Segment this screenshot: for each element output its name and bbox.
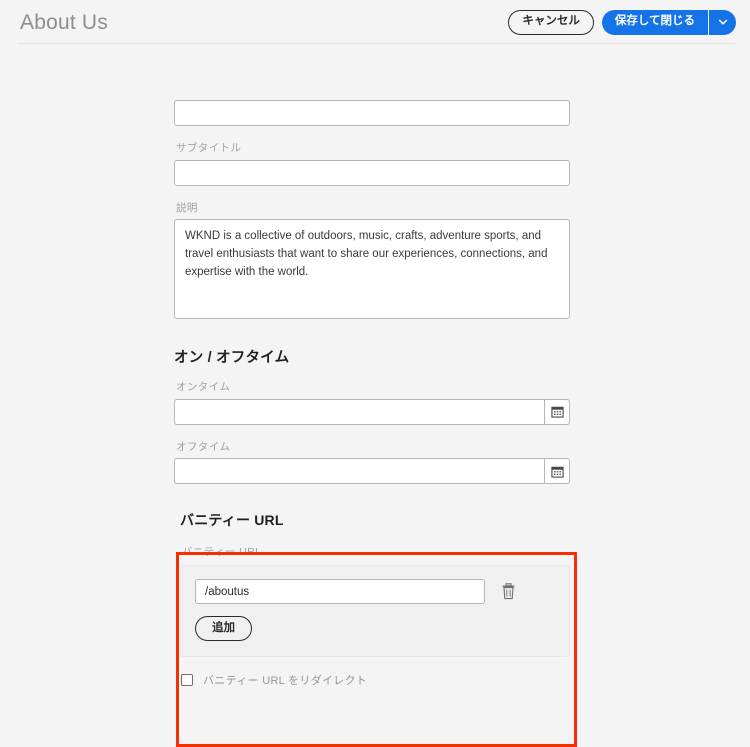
cancel-button[interactable]: キャンセル [508, 9, 594, 35]
page-header: About Us キャンセル 保存して閉じる [0, 0, 750, 44]
calendar-icon [550, 405, 564, 418]
vanity-url-heading: バニティー URL [180, 512, 284, 529]
vanity-url-delete-button[interactable] [499, 582, 517, 602]
page-title: About Us [20, 10, 108, 34]
offtime-label: オフタイム [176, 440, 231, 453]
redirect-vanity-url-checkbox[interactable] [181, 674, 193, 687]
form-area: サブタイトル 説明 オン / オフタイム オンタイム [0, 44, 750, 747]
vanity-url-panel: 追加 [180, 565, 570, 658]
description-textarea[interactable] [174, 219, 570, 320]
redirect-vanity-url-row[interactable]: バニティー URL をリダイレクト [180, 672, 570, 688]
offtime-calendar-button[interactable] [544, 458, 570, 485]
trash-icon [501, 583, 516, 600]
save-options-dropdown-button[interactable] [709, 9, 736, 35]
ontime-date-row [174, 398, 570, 425]
vanity-url-input[interactable] [195, 579, 485, 605]
redirect-vanity-url-label: バニティー URL をリダイレクト [203, 675, 368, 688]
ontime-input[interactable] [174, 398, 544, 425]
add-vanity-url-button[interactable]: 追加 [195, 616, 252, 642]
title-field-block [174, 100, 570, 126]
chevron-down-icon [718, 17, 728, 27]
subtitle-label: サブタイトル [176, 142, 242, 154]
ontime-calendar-button[interactable] [544, 398, 570, 425]
save-and-close-button[interactable]: 保存して閉じる [601, 9, 708, 35]
offtime-field-block: オフタイム [174, 441, 570, 485]
ontime-field-block: オンタイム [174, 381, 570, 425]
vanity-url-row [195, 579, 555, 605]
ontime-offtime-heading: オン / オフタイム [174, 350, 290, 367]
description-label: 説明 [176, 201, 198, 214]
description-field-block: 説明 [174, 202, 570, 325]
subtitle-field-block: サブタイトル [174, 142, 570, 186]
ontime-label: オンタイム [176, 381, 231, 394]
offtime-date-row [174, 458, 570, 485]
calendar-icon [550, 465, 564, 478]
title-input[interactable] [174, 100, 570, 126]
save-and-close-split-button: 保存して閉じる [601, 9, 736, 35]
form-column: サブタイトル 説明 オン / オフタイム オンタイム [174, 100, 570, 485]
offtime-input[interactable] [174, 458, 544, 485]
vanity-url-section: バニティー URL バニティー URL /aboutus 追加 バニティー UR… [174, 510, 570, 688]
header-actions: キャンセル 保存して閉じる [508, 9, 736, 35]
subtitle-input[interactable] [174, 159, 570, 186]
vanity-url-label: バニティー URL [182, 546, 262, 559]
